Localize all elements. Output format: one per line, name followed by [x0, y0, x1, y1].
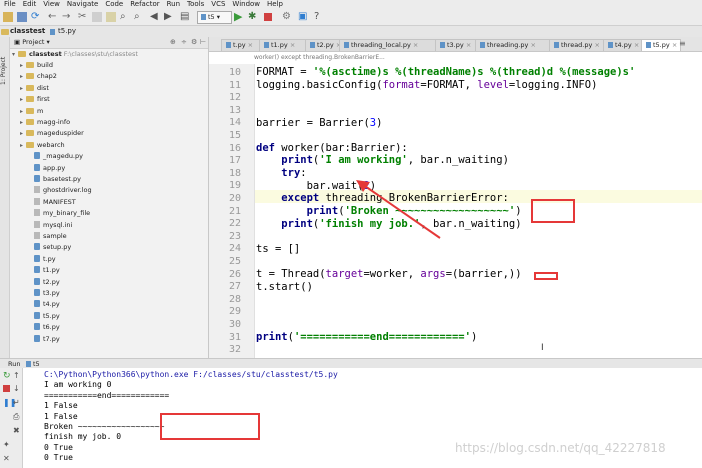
console-line: 0 True	[44, 442, 73, 452]
console-line: 1 False	[44, 401, 78, 411]
console-line: I am working 0	[44, 380, 112, 390]
console-line: Broken ~~~~~~~~~~~~~~~~~~	[44, 422, 165, 431]
watermark: https://blog.csdn.net/qq_42227818	[455, 441, 666, 455]
run-tab-label[interactable]: Run	[8, 360, 20, 368]
trash-icon[interactable]: ✖	[13, 426, 20, 435]
run-config-tab[interactable]: t5	[26, 360, 40, 368]
annotation-arrow-head	[356, 180, 370, 192]
console-line: 0 True	[44, 453, 73, 463]
console-line: C:\Python\Python366\python.exe F:/classe…	[44, 370, 338, 379]
console-line: 1 False	[44, 411, 78, 421]
console-line: finish my job. 0	[44, 432, 122, 442]
close-icon[interactable]: ✕	[3, 454, 10, 463]
annotation-box-console	[160, 413, 260, 440]
rerun-icon[interactable]: ↻	[3, 371, 11, 381]
annotation-arrow-line	[361, 183, 441, 239]
print-icon[interactable]: ⎙	[13, 412, 19, 422]
run-toolbar: ↻ ↑ ↓ ❚❚ ↵ ⎙ ✖ ✦ ✕	[0, 368, 23, 468]
scroll-up-icon[interactable]: ↑	[13, 371, 20, 380]
pin-icon[interactable]: ✦	[3, 440, 10, 449]
console-line: ===========end============	[44, 390, 170, 400]
python-file-icon	[26, 361, 31, 367]
scroll-down-icon[interactable]: ↓	[13, 384, 20, 393]
wrap-icon[interactable]: ↵	[13, 398, 20, 407]
stop-run-icon[interactable]	[3, 385, 10, 392]
